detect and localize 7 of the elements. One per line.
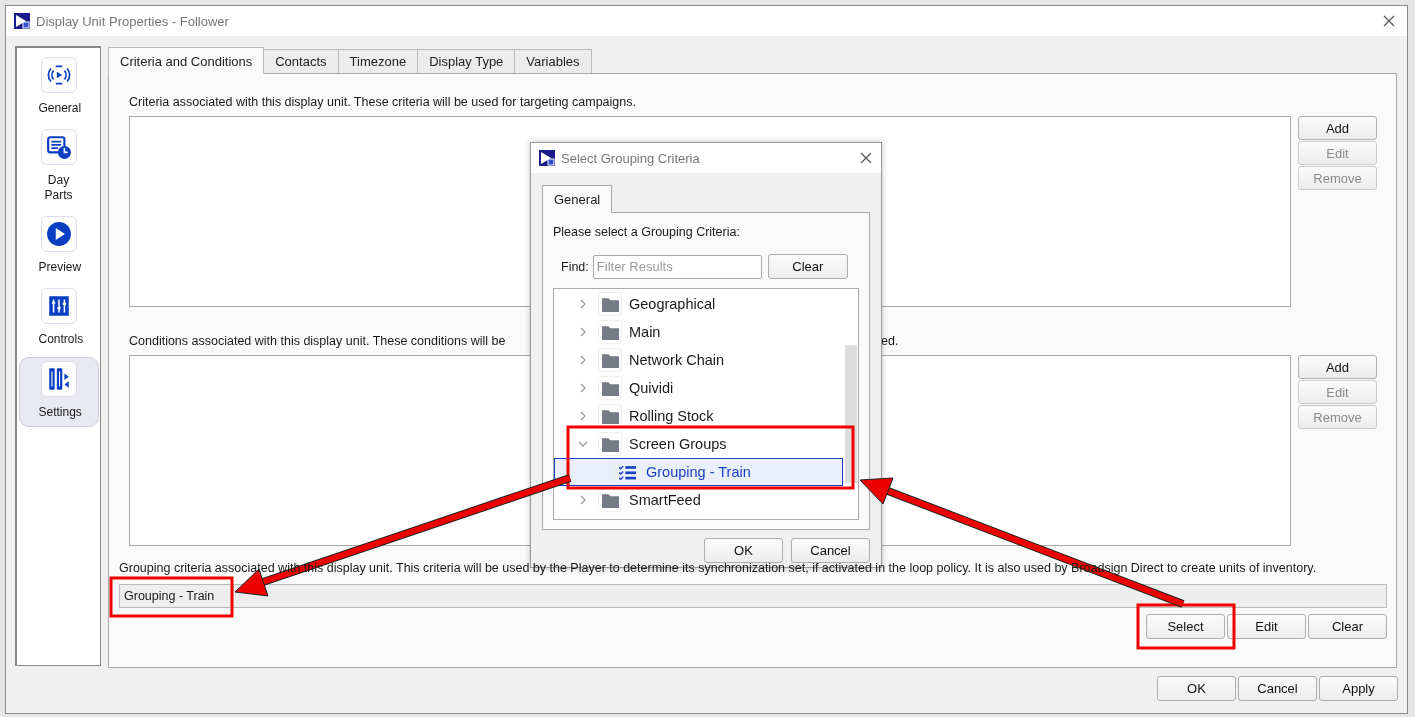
criteria-description: Criteria associated with this display unit. These criteria will be used for targeting campaigns. xyxy=(129,94,637,110)
dialog-title: Select Grouping Criteria xyxy=(561,150,700,166)
conditions-description-end: ed. xyxy=(881,333,899,349)
dialog-prompt: Please select a Grouping Criteria: xyxy=(553,225,741,239)
window-title: Display Unit Properties - Follower xyxy=(36,13,229,29)
find-label: Find: xyxy=(561,259,589,274)
conditions-description: Conditions associated with this display unit. These conditions will be xyxy=(129,333,506,349)
